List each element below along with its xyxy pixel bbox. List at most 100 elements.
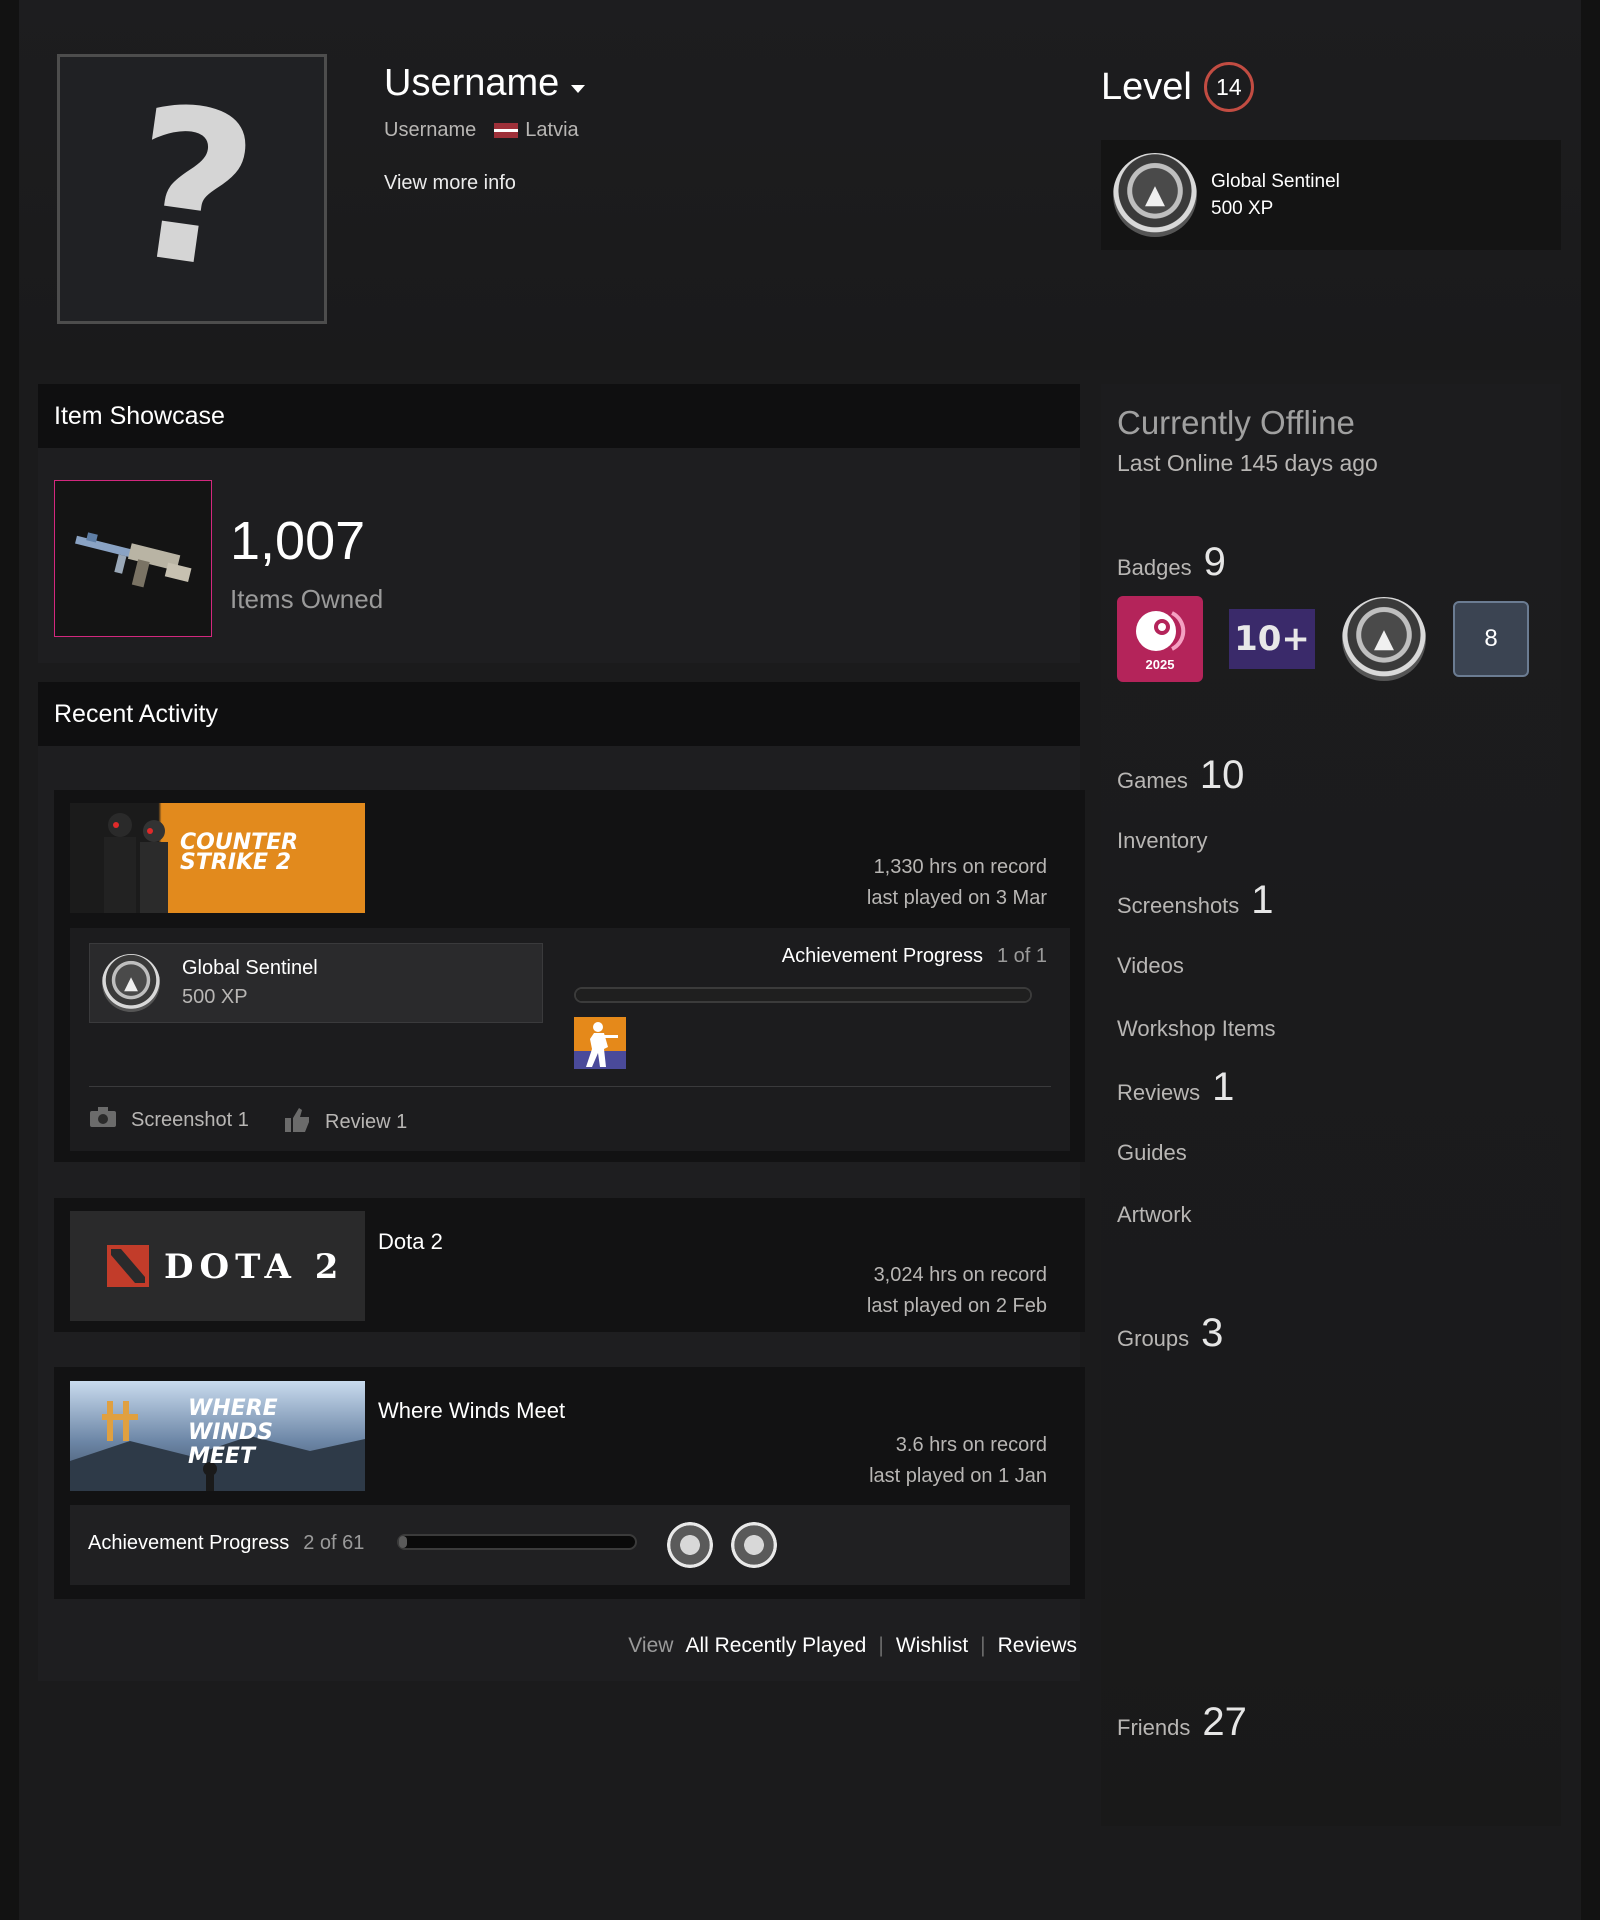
recent-activity-title: Recent Activity xyxy=(54,699,218,728)
cs2-review-link[interactable]: Review 1 xyxy=(283,1106,407,1138)
avatar[interactable]: ? xyxy=(57,54,327,324)
dota2-capsule-title: DOTA 2 xyxy=(164,1247,345,1287)
wwm-playtime: 3.6 hrs on record last played on 1 Jan xyxy=(869,1430,1047,1492)
cs2-achievement-icon[interactable] xyxy=(574,1017,626,1069)
cs2-last-played: last played on 3 Mar xyxy=(866,887,1047,909)
favorite-badge[interactable]: ▲ Global Sentinel 500 XP xyxy=(1101,140,1561,250)
camera-icon xyxy=(89,1106,117,1134)
reviews-link[interactable]: Reviews xyxy=(998,1634,1077,1658)
reviews-count: 1 xyxy=(1212,1065,1235,1109)
cs2-review-label: Review 1 xyxy=(325,1110,408,1133)
cs2-badge-name: Global Sentinel xyxy=(182,957,318,979)
link-separator: | xyxy=(980,1634,986,1657)
account-name: Username xyxy=(384,119,477,141)
sidebar-item-guides[interactable]: Guides xyxy=(1117,1140,1187,1166)
favorite-badge-name: Global Sentinel xyxy=(1211,171,1340,192)
thumbs-up-icon xyxy=(283,1106,311,1138)
videos-label: Videos xyxy=(1117,953,1184,978)
persona-name-dropdown[interactable]: Username xyxy=(384,62,586,105)
persona-subline: Username Latvia xyxy=(384,119,585,142)
online-status: Currently Offline xyxy=(1117,404,1355,441)
sidebar-item-workshop[interactable]: Workshop Items xyxy=(1117,1016,1276,1042)
last-online: Last Online 145 days ago xyxy=(1117,450,1378,476)
badge-global-sentinel[interactable]: ▲ xyxy=(1341,596,1427,682)
cs2-achievement-bar xyxy=(574,987,1032,1003)
item-showcase-header: Item Showcase xyxy=(38,384,1080,448)
cs2-ach-label: Achievement Progress xyxy=(781,945,983,967)
sidebar-item-artwork[interactable]: Artwork xyxy=(1117,1202,1192,1228)
items-owned-count: 1,007 xyxy=(230,511,366,571)
dota2-playtime: 3,024 hrs on record last played on 2 Feb xyxy=(867,1260,1047,1322)
screenshots-label: Screenshots xyxy=(1117,893,1240,918)
wwm-achievement-bar-fill xyxy=(399,1536,407,1548)
cs2-badge-progress[interactable]: ▲ Global Sentinel 500 XP xyxy=(89,943,543,1023)
recent-activity-header: Recent Activity xyxy=(38,682,1080,746)
sidebar-item-videos[interactable]: Videos xyxy=(1117,953,1184,979)
sidebar-item-groups[interactable]: Groups 3 xyxy=(1117,1311,1223,1356)
rifle-icon xyxy=(75,531,192,587)
badge-steam-2025[interactable]: 2025 xyxy=(1117,596,1203,682)
artwork-label: Artwork xyxy=(1117,1202,1192,1227)
badges-label: Badges xyxy=(1117,555,1192,580)
sidebar-item-games[interactable]: Games 10 xyxy=(1117,753,1244,798)
groups-label: Groups xyxy=(1117,1326,1190,1351)
soldier-silhouette-icon xyxy=(574,1017,626,1069)
all-recently-played-link[interactable]: All Recently Played xyxy=(685,1634,866,1658)
cs2-soldiers-icon xyxy=(104,813,168,913)
dota2-name[interactable]: Dota 2 xyxy=(378,1229,443,1255)
cs2-badge-xp: 500 XP xyxy=(182,986,248,1008)
friends-label: Friends xyxy=(1117,1715,1191,1740)
persona-name: Username xyxy=(384,62,560,104)
sidebar-item-friends[interactable]: Friends 27 xyxy=(1117,1700,1247,1745)
wwm-ach-count: 2 of 61 xyxy=(303,1532,365,1554)
cs2-capsule[interactable]: COUNTER STRIKE 2 xyxy=(70,803,365,913)
view-more-info-link[interactable]: View more info xyxy=(384,172,585,195)
inventory-label: Inventory xyxy=(1117,828,1208,853)
workshop-label: Workshop Items xyxy=(1117,1016,1276,1041)
wwm-capsule[interactable]: WHERE WINDS MEET xyxy=(70,1381,365,1491)
guides-label: Guides xyxy=(1117,1140,1187,1165)
sidebar-item-inventory[interactable]: Inventory xyxy=(1117,828,1208,854)
badge-years-of-service[interactable]: 10+ xyxy=(1229,609,1315,669)
profile-sidebar: Currently Offline Last Online 145 days a… xyxy=(1101,384,1561,1826)
level-badge[interactable]: 14 xyxy=(1203,62,1254,112)
friends-count: 27 xyxy=(1202,1700,1247,1744)
view-label: View xyxy=(628,1634,674,1657)
sidebar-item-reviews[interactable]: Reviews 1 xyxy=(1117,1065,1234,1110)
wishlist-link[interactable]: Wishlist xyxy=(896,1634,968,1658)
sidebar-item-badges[interactable]: Badges 9 xyxy=(1117,540,1226,585)
view-links: View All Recently Played | Wishlist | Re… xyxy=(628,1634,1077,1658)
cs2-screenshot-label: Screenshot 1 xyxy=(131,1108,249,1131)
cs2-screenshot-link[interactable]: Screenshot 1 xyxy=(89,1106,249,1134)
dota2-hours: 3,024 hrs on record xyxy=(873,1264,1047,1286)
reviews-label: Reviews xyxy=(1117,1080,1201,1105)
badge-level-number: 8 xyxy=(1484,625,1498,652)
profile-page: ? Username Username Latvia View more inf… xyxy=(19,0,1581,1920)
wwm-last-played: last played on 1 Jan xyxy=(869,1465,1047,1487)
cs2-achievement-bar-fill xyxy=(576,989,1030,1001)
favorite-badge-xp: 500 XP xyxy=(1211,198,1274,219)
country-name: Latvia xyxy=(525,119,579,141)
wwm-capsule-title: WHERE WINDS MEET xyxy=(188,1396,278,1469)
badges-count: 9 xyxy=(1203,540,1226,584)
wwm-achievement-icon-1[interactable] xyxy=(667,1522,713,1568)
cs2-achievement-progress: Achievement Progress 1 of 1 xyxy=(782,945,1047,968)
link-separator: | xyxy=(878,1634,884,1657)
cs2-hours: 1,330 hrs on record xyxy=(873,856,1047,878)
dota2-capsule[interactable]: DOTA 2 xyxy=(70,1211,365,1321)
showcase-item-rifle[interactable] xyxy=(54,480,212,637)
persona-block: Username Username Latvia View more info xyxy=(384,62,586,195)
games-label: Games xyxy=(1117,768,1188,793)
caret-down-icon xyxy=(571,84,586,93)
global-sentinel-medal-icon: ▲ xyxy=(1113,153,1197,237)
games-count: 10 xyxy=(1199,753,1245,797)
cs2-ach-count: 1 of 1 xyxy=(996,945,1047,967)
wwm-achievement-bar xyxy=(397,1534,637,1550)
badge-level-8[interactable]: 8 xyxy=(1453,601,1529,677)
sidebar-item-screenshots[interactable]: Screenshots 1 xyxy=(1117,878,1274,923)
wwm-achievement-icon-2[interactable] xyxy=(731,1522,777,1568)
cs2-divider xyxy=(89,1086,1051,1087)
wwm-name[interactable]: Where Winds Meet xyxy=(378,1398,565,1424)
badge-year: 2025 xyxy=(1145,656,1175,672)
level-block: Level 14 xyxy=(1101,62,1254,112)
